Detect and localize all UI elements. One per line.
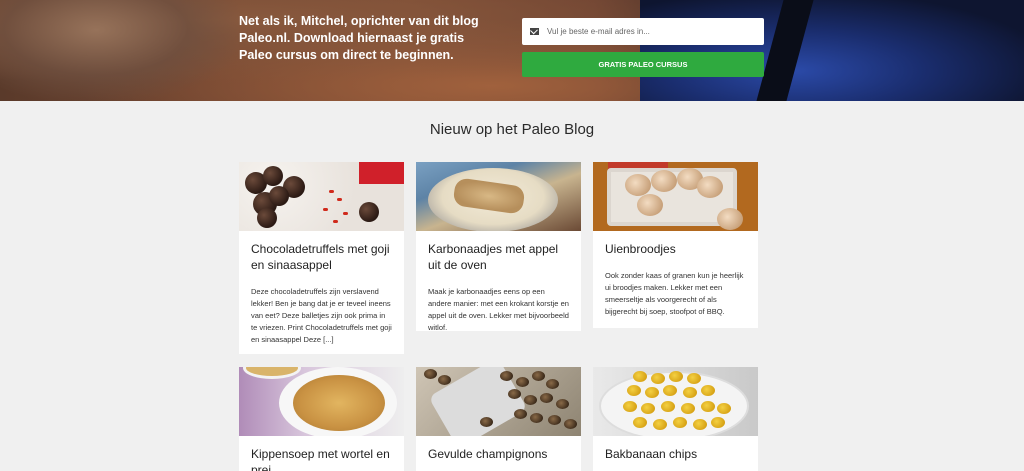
- post-card[interactable]: Uienbroodjes Ook zonder kaas of granen k…: [593, 162, 758, 328]
- post-title[interactable]: Bakbanaan chips: [593, 436, 758, 462]
- post-card[interactable]: Gevulde champignons: [416, 367, 581, 471]
- hero-background-person: [640, 0, 1024, 101]
- post-title[interactable]: Chocoladetruffels met goji en sinaasappe…: [239, 231, 404, 273]
- post-image-karbonaadjes[interactable]: [416, 162, 581, 231]
- post-excerpt: Deze chocoladetruffels zijn verslavend l…: [251, 287, 392, 344]
- post-image-uienbroodjes[interactable]: [593, 162, 758, 231]
- post-excerpt: Maak je karbonaadjes eens op een andere …: [428, 287, 569, 331]
- hero-intro-text: Net als ik, Mitchel, oprichter van dit b…: [239, 14, 479, 62]
- hero-background-rock: [0, 0, 240, 101]
- post-image-kippensoep[interactable]: [239, 367, 404, 436]
- post-title[interactable]: Karbonaadjes met appel uit de oven: [416, 231, 581, 273]
- post-image-bakbanaan[interactable]: [593, 367, 758, 436]
- post-excerpt: Ook zonder kaas of granen kun je heerlij…: [605, 271, 744, 316]
- post-image-champignons[interactable]: [416, 367, 581, 436]
- post-card[interactable]: Karbonaadjes met appel uit de oven Maak …: [416, 162, 581, 331]
- section-title: Nieuw op het Paleo Blog: [429, 121, 595, 138]
- post-card[interactable]: Chocoladetruffels met goji en sinaasappe…: [239, 162, 404, 354]
- post-card[interactable]: Bakbanaan chips: [593, 367, 758, 471]
- email-input[interactable]: [547, 27, 747, 36]
- post-title[interactable]: Uienbroodjes: [593, 231, 758, 257]
- hero-banner: Net als ik, Mitchel, oprichter van dit b…: [0, 0, 1024, 101]
- post-title[interactable]: Gevulde champignons: [416, 436, 581, 462]
- mail-icon: [530, 28, 539, 35]
- email-field[interactable]: [522, 18, 764, 45]
- post-card[interactable]: Kippensoep met wortel en prei: [239, 367, 404, 471]
- post-image-truffles[interactable]: [239, 162, 404, 231]
- free-course-button[interactable]: GRATIS PALEO CURSUS: [522, 52, 764, 77]
- post-title[interactable]: Kippensoep met wortel en prei: [239, 436, 404, 471]
